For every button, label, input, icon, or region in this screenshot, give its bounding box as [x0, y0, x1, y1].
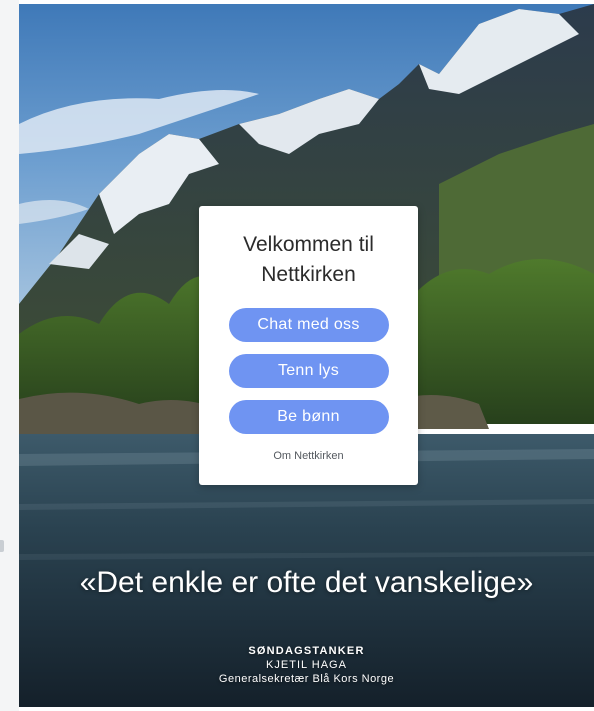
- about-link[interactable]: Om Nettkirken: [199, 450, 418, 462]
- chat-button[interactable]: Chat med oss: [228, 308, 389, 342]
- author-name: KJETIL HAGA: [266, 659, 347, 671]
- pray-button[interactable]: Be bønn: [228, 400, 389, 434]
- page: Velkommen til Nettkirken Chat med oss Te…: [0, 0, 594, 711]
- welcome-title: Velkommen til Nettkirken: [243, 233, 374, 286]
- author-role: Generalsekretær Blå Kors Norge: [218, 673, 395, 685]
- welcome-card: Velkommen til Nettkirken Chat med oss Te…: [199, 206, 418, 485]
- hero-background: Velkommen til Nettkirken Chat med oss Te…: [19, 4, 594, 707]
- light-candle-button[interactable]: Tenn lys: [228, 354, 389, 388]
- left-gutter: [0, 0, 19, 711]
- quote-credits: SØNDAGSTANKER KJETIL HAGA Generalsekretæ…: [19, 644, 594, 686]
- quote-text: «Det enkle er ofte det vanskelige»: [79, 566, 534, 599]
- scroll-edge-marker: [0, 540, 4, 552]
- series-label: SØNDAGSTANKER: [248, 645, 365, 657]
